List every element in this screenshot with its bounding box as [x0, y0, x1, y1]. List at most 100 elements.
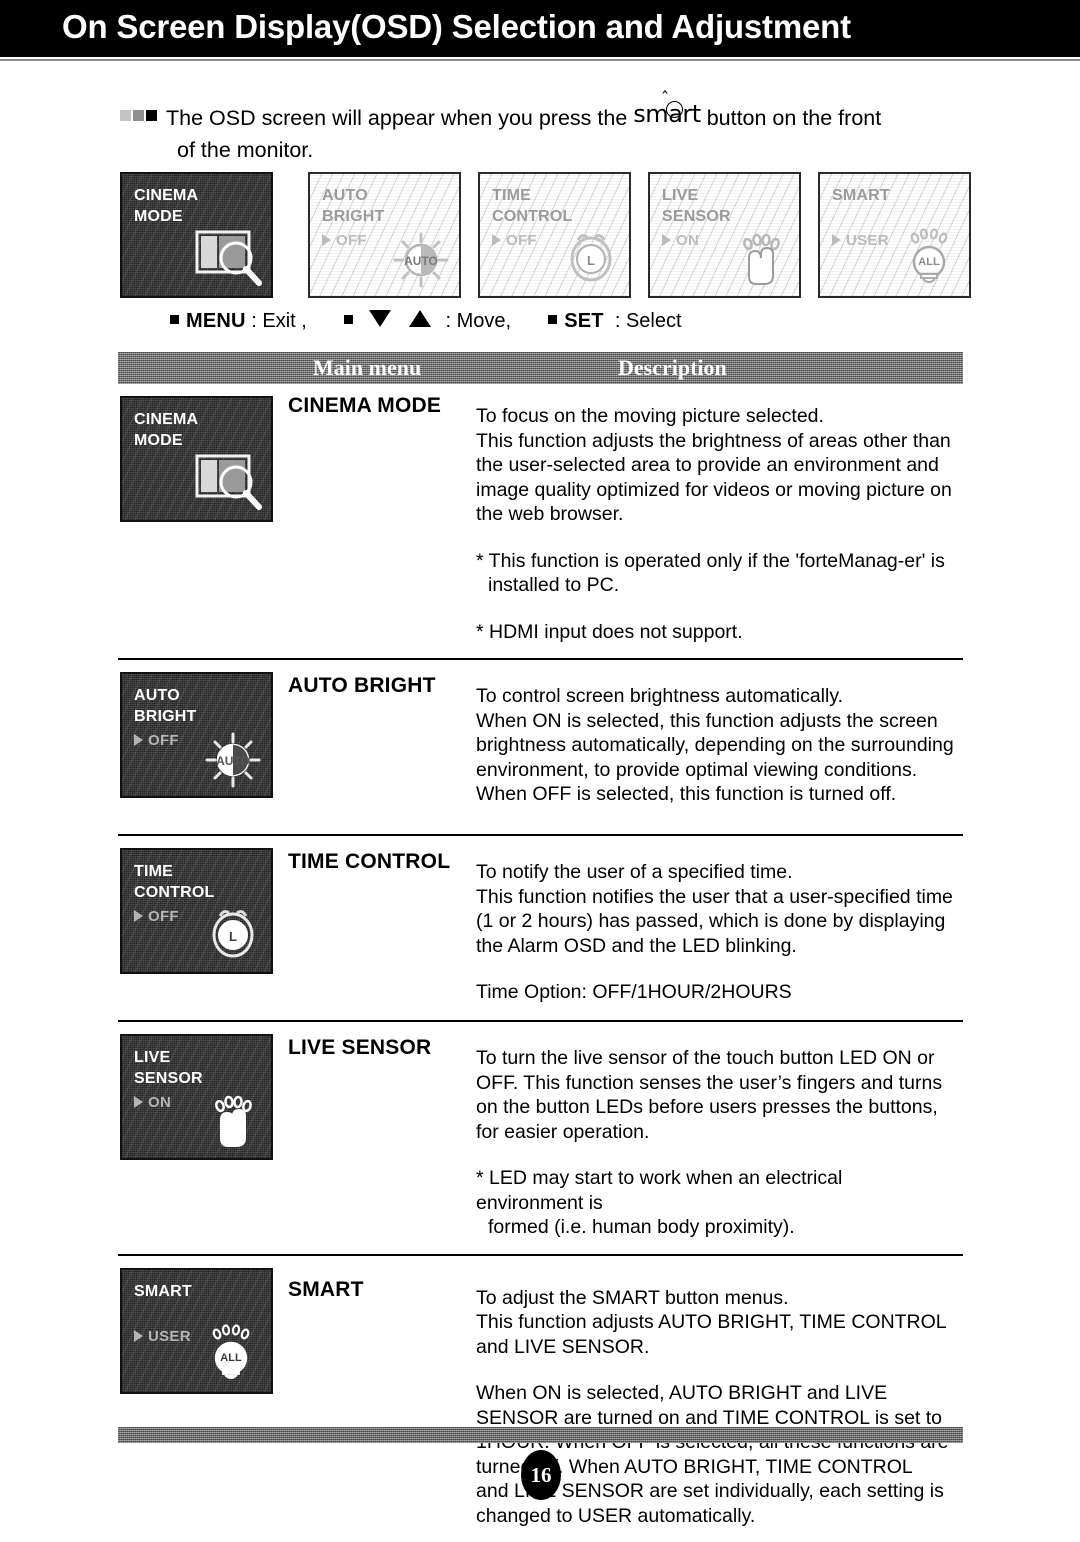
desc-line: When ON is selected, AUTO BRIGHT and LIV… [476, 1381, 955, 1406]
osd-preview-value: USER [832, 232, 889, 249]
auto-sun-icon: AUTO [191, 718, 265, 792]
osd-preview-value: ON [662, 232, 699, 249]
hand-touch-icon [719, 218, 793, 292]
bulb-all-icon: ALL [191, 1314, 265, 1388]
osd-panel-value: OFF [134, 732, 179, 749]
osd-preview-strip: CINEMA MODE AUTO BRIGHT OFF [120, 172, 950, 298]
intro-text-before: The OSD screen will appear when you pres… [166, 106, 627, 130]
desc-line: the Alarm OSD and the LED blinking. [476, 934, 955, 959]
desc-line: This function adjusts the brightness of … [476, 429, 955, 454]
osd-preview-time-control[interactable]: TIME CONTROL OFF L [478, 172, 631, 298]
menu-key-action: : Exit , [251, 310, 307, 332]
osd-preview-cinema-mode[interactable]: CINEMA MODE [120, 172, 273, 298]
osd-preview-title: SMART [832, 185, 890, 206]
svg-text:ALL: ALL [918, 256, 940, 268]
arrow-down-icon [369, 310, 391, 327]
row-description: To control screen brightness automatical… [476, 672, 963, 807]
row-menu-label: AUTO BRIGHT [288, 674, 436, 698]
bulb-all-icon: ALL [889, 218, 963, 292]
desc-note-line: * LED may start to work when an electric… [476, 1166, 955, 1215]
square-bullet-icon [548, 315, 557, 324]
osd-preview-value: OFF [322, 232, 367, 249]
svg-text:L: L [229, 929, 237, 944]
auto-sun-icon: AUTO [379, 218, 453, 292]
alarm-clock-icon: L [191, 894, 265, 968]
row-description: To focus on the moving picture selected.… [476, 396, 963, 644]
osd-preview-value: OFF [492, 232, 537, 249]
osd-key-legend: MENU : Exit , : Move, SET : Select [170, 310, 682, 333]
desc-extra-line: Time Option: OFF/1HOUR/2HOURS [476, 980, 955, 1005]
row-menu-label: LIVE SENSOR [288, 1036, 431, 1060]
square-dark-icon [146, 110, 157, 121]
column-header-description: Description [618, 355, 727, 381]
desc-line: This function notifies the user that a u… [476, 885, 955, 910]
osd-panel-auto-bright: AUTO BRIGHT OFF AUTO [120, 672, 273, 798]
osd-panel-cinema-mode: CINEMA MODE [120, 396, 273, 522]
desc-line: the web browser. [476, 502, 955, 527]
osd-panel-time-control: TIME CONTROL OFF L [120, 848, 273, 974]
osd-panel-title: SMART [134, 1281, 192, 1302]
desc-note-line: * HDMI input does not support. [476, 620, 955, 645]
osd-panel-value: OFF [134, 908, 179, 925]
row-description: To notify the user of a specified time. … [476, 848, 963, 1005]
desc-line: (1 or 2 hours) has passed, which is done… [476, 909, 955, 934]
intro-block: The OSD screen will appear when you pres… [120, 100, 1000, 165]
table-row: CINEMA MODE CINEMA MODE To focus on the [118, 384, 963, 660]
osd-preview-live-sensor[interactable]: LIVE SENSOR ON [648, 172, 801, 298]
osd-preview-title: AUTO BRIGHT [322, 185, 385, 227]
magnifier-screen-icon [191, 442, 265, 516]
osd-preview-title: CINEMA MODE [134, 185, 198, 227]
move-key-action: : Move, [446, 310, 512, 332]
row-menu-label: TIME CONTROL [288, 850, 450, 874]
osd-panel-value: ON [134, 1094, 171, 1111]
desc-line: on the button LEDs before users presses … [476, 1095, 955, 1120]
desc-line: and LIVE SENSOR. [476, 1335, 955, 1360]
bullet-squares [120, 107, 159, 125]
smart-logo-icon: sm̂art [633, 100, 700, 128]
desc-line: When OFF is selected, this function is t… [476, 782, 955, 807]
magnifier-screen-icon [191, 218, 265, 292]
desc-line: This function adjusts AUTO BRIGHT, TIME … [476, 1310, 955, 1335]
osd-panel-smart: SMART USER [120, 1268, 273, 1394]
desc-line: OFF. This function senses the user’s fin… [476, 1071, 955, 1096]
desc-line: the user-selected area to provide an env… [476, 453, 955, 478]
osd-menu-table: Main menu Description CINEMA MODE [118, 352, 963, 1542]
square-medium-icon [133, 110, 144, 121]
desc-line: brightness automatically, depending on t… [476, 733, 955, 758]
osd-preview-auto-bright[interactable]: AUTO BRIGHT OFF AUTO [308, 172, 461, 298]
desc-line: When ON is selected, this function adjus… [476, 709, 955, 734]
table-row: AUTO BRIGHT OFF AUTO [118, 660, 963, 836]
row-thumbnail: AUTO BRIGHT OFF AUTO [120, 672, 273, 798]
svg-text:L: L [587, 253, 595, 268]
osd-panel-title: CINEMA MODE [134, 409, 198, 451]
svg-text:AUTO: AUTO [404, 254, 438, 268]
desc-line: To adjust the SMART button menus. [476, 1286, 955, 1311]
page-number-badge: 16 [521, 1450, 561, 1500]
osd-preview-smart[interactable]: SMART USER ALL [818, 172, 971, 298]
osd-panel-value: USER [134, 1328, 191, 1345]
square-bullet-icon [344, 315, 353, 324]
desc-note-line: installed to PC. [476, 573, 955, 598]
square-light-icon [120, 110, 131, 121]
hand-touch-icon [191, 1080, 265, 1154]
table-row: LIVE SENSOR ON [118, 1022, 963, 1256]
osd-panel-live-sensor: LIVE SENSOR ON [120, 1034, 273, 1160]
desc-line: changed to USER automatically. [476, 1504, 955, 1529]
table-row: TIME CONTROL OFF L TIME CONTROL [118, 836, 963, 1022]
alarm-clock-icon: L [549, 218, 623, 292]
desc-line: environment, to provide optimal viewing … [476, 758, 955, 783]
arrow-up-icon [409, 310, 431, 327]
desc-line: To notify the user of a specified time. [476, 860, 955, 885]
row-thumbnail: CINEMA MODE [120, 396, 273, 522]
column-header-main-menu: Main menu [313, 355, 421, 381]
svg-text:AUTO: AUTO [216, 754, 250, 768]
intro-text-line2: of the monitor. [177, 135, 1000, 165]
row-menu-label: CINEMA MODE [288, 394, 441, 418]
desc-line: To focus on the moving picture selected. [476, 404, 955, 429]
row-menu-label: SMART [288, 1278, 364, 1302]
desc-note-line: formed (i.e. human body proximity). [476, 1215, 955, 1240]
row-description: To turn the live sensor of the touch but… [476, 1034, 963, 1240]
page-title-bar: On Screen Display(OSD) Selection and Adj… [0, 0, 1080, 57]
desc-note-line: * This function is operated only if the … [476, 549, 955, 574]
table-header-row: Main menu Description [118, 352, 963, 384]
